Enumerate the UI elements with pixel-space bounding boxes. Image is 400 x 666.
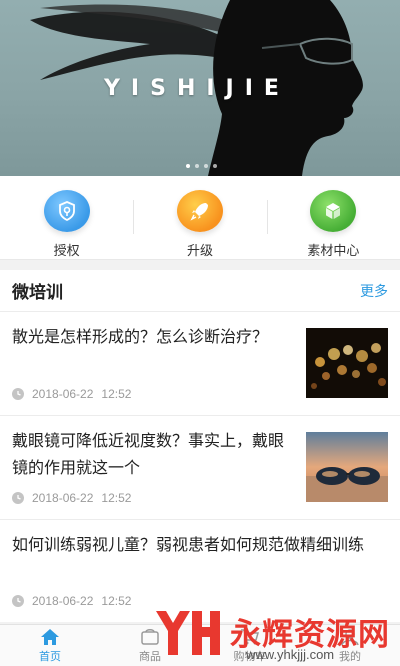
sunglasses-beach-image bbox=[306, 432, 388, 502]
carousel-dot[interactable] bbox=[204, 164, 208, 168]
carousel-dot[interactable] bbox=[195, 164, 199, 168]
section-header: 微培训 更多 bbox=[0, 270, 400, 312]
section-title: 微培训 bbox=[12, 283, 63, 302]
quick-action-label: 素材中心 bbox=[307, 243, 360, 258]
bokeh-lights-image bbox=[306, 328, 388, 398]
article-item[interactable]: 散光是怎样形成的？怎么诊断治疗？ 2018-06-22 12:52 bbox=[0, 312, 400, 416]
more-link[interactable]: 更多 bbox=[360, 281, 388, 301]
article-time: 12:52 bbox=[101, 594, 132, 608]
micro-training-section: 微培训 更多 散光是怎样形成的？怎么诊断治疗？ 2018-06-22 12:52 bbox=[0, 270, 400, 622]
carousel-dot[interactable] bbox=[186, 164, 190, 168]
clock-icon bbox=[12, 595, 24, 607]
cart-icon bbox=[241, 628, 259, 644]
quick-action-authorize[interactable]: 授权 bbox=[0, 176, 133, 259]
article-item[interactable]: 戴眼镜可降低近视度数？事实上，戴眼镜的作用就这一个 2018-06-22 12:… bbox=[0, 416, 400, 520]
cube-icon bbox=[310, 190, 357, 232]
article-title: 散光是怎样形成的？怎么诊断治疗？ bbox=[12, 329, 269, 346]
article-title: 如何训练弱视儿童？弱视患者如何规范做精细训练 bbox=[12, 537, 365, 554]
article-date: 2018-06-22 bbox=[32, 387, 94, 401]
article-meta: 2018-06-22 12:52 bbox=[12, 387, 131, 401]
article-date: 2018-06-22 bbox=[32, 491, 94, 505]
shield-key-icon bbox=[43, 190, 90, 232]
article-meta: 2018-06-22 12:52 bbox=[12, 491, 131, 505]
article-time: 12:52 bbox=[101, 387, 132, 401]
home-icon bbox=[41, 628, 59, 645]
quick-actions: 授权 升级 素材中心 bbox=[0, 176, 400, 260]
quick-action-label: 升级 bbox=[186, 243, 213, 258]
tab-label: 首页 bbox=[39, 650, 61, 663]
carousel-dot[interactable] bbox=[213, 164, 217, 168]
carousel-indicator[interactable] bbox=[186, 164, 217, 168]
article-title: 戴眼镜可降低近视度数？事实上，戴眼镜的作用就这一个 bbox=[12, 433, 285, 477]
quick-action-upgrade[interactable]: 升级 bbox=[133, 176, 266, 259]
tab-mine[interactable]: 我的 bbox=[300, 625, 400, 666]
article-date: 2018-06-22 bbox=[32, 594, 94, 608]
quick-action-material-center[interactable]: 素材中心 bbox=[266, 176, 400, 259]
clock-icon bbox=[12, 388, 24, 400]
article-item[interactable]: 如何训练弱视儿童？弱视患者如何规范做精细训练 2018-06-22 12:52 bbox=[0, 520, 400, 622]
goods-icon bbox=[141, 628, 159, 645]
tab-goods[interactable]: 商品 bbox=[100, 625, 200, 666]
article-meta: 2018-06-22 12:52 bbox=[12, 594, 131, 608]
banner-carousel[interactable]: YISHIJIE bbox=[0, 0, 400, 176]
clock-icon bbox=[12, 492, 24, 504]
bottom-tab-bar: 首页 商品 购物车 我的 bbox=[0, 624, 400, 666]
tab-label: 商品 bbox=[139, 650, 161, 663]
tab-label: 我的 bbox=[339, 650, 361, 663]
rocket-icon bbox=[176, 190, 223, 232]
tab-home[interactable]: 首页 bbox=[0, 625, 100, 666]
quick-action-label: 授权 bbox=[53, 243, 80, 258]
banner-title: YISHIJIE bbox=[104, 76, 290, 101]
tab-label: 购物车 bbox=[233, 650, 267, 663]
user-icon bbox=[341, 628, 359, 645]
tab-cart[interactable]: 购物车 bbox=[200, 625, 300, 666]
article-time: 12:52 bbox=[101, 491, 132, 505]
